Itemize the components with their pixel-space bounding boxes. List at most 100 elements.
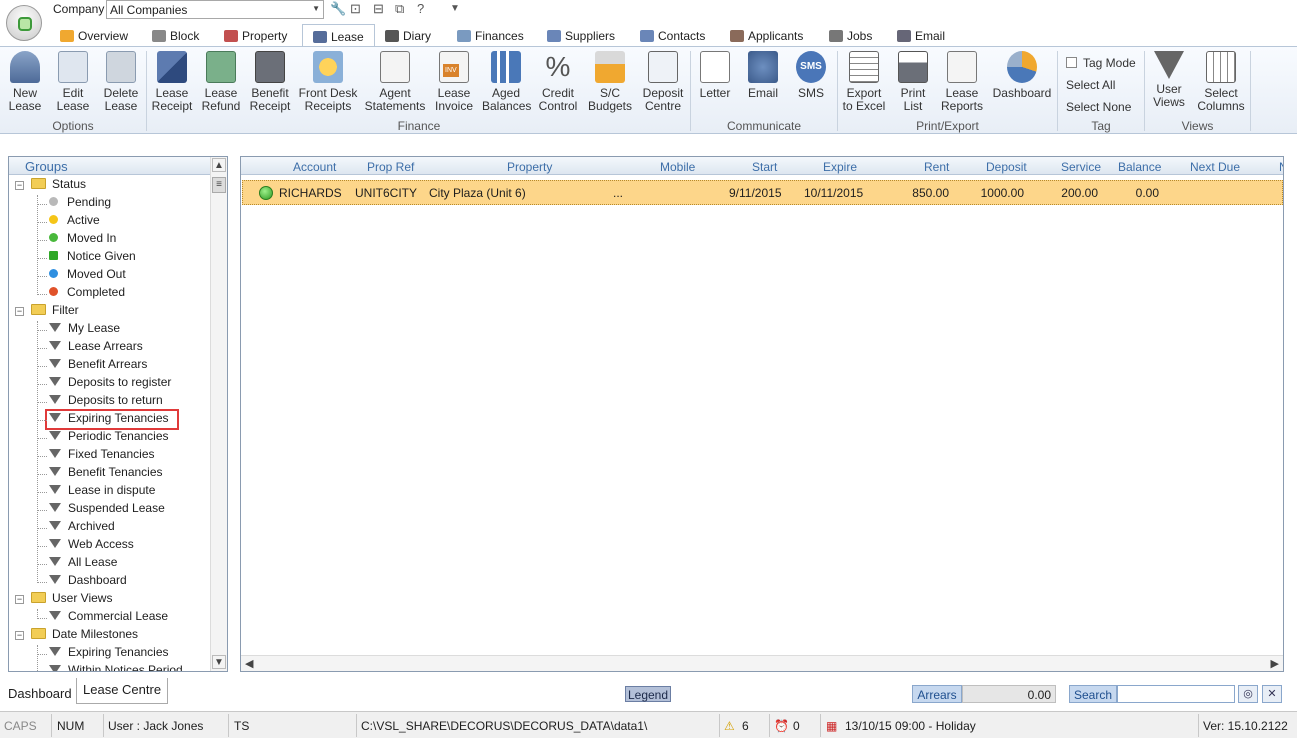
letter-button[interactable]: Letter <box>694 51 736 100</box>
tree-item[interactable]: Commercial Lease <box>49 609 168 627</box>
tree-item[interactable]: Fixed Tenancies <box>49 447 155 465</box>
select-all-button[interactable]: Select All <box>1066 78 1115 92</box>
tab-property[interactable]: Property <box>224 26 287 46</box>
tree-item[interactable]: Deposits to return <box>49 393 163 411</box>
help-icon[interactable]: ? <box>417 1 424 16</box>
new-lease-button[interactable]: New Lease <box>4 51 46 113</box>
lease-refund-button[interactable]: Lease Refund <box>199 51 243 113</box>
clear-search-icon[interactable]: ✕ <box>1262 685 1282 703</box>
tree-item[interactable]: Expiring Tenancies <box>49 645 169 663</box>
groups-scrollbar[interactable]: ▲ ≡ ▼ <box>210 157 227 671</box>
column-header-balance[interactable]: Balance <box>1118 160 1161 174</box>
search-input[interactable] <box>1117 685 1235 703</box>
column-header-expire[interactable]: Expire <box>823 160 857 174</box>
tree-item[interactable]: Dashboard <box>49 573 127 591</box>
benefit-receipt-button[interactable]: Benefit Receipt <box>248 51 292 113</box>
tab-overview[interactable]: Overview <box>60 26 128 46</box>
quick-access-dropdown-icon[interactable]: ▼ <box>450 3 460 14</box>
tree-item[interactable]: Periodic Tenancies <box>49 429 169 447</box>
tree-item[interactable]: Within Notices Period <box>49 663 183 671</box>
tree-item[interactable]: Suspended Lease <box>49 501 165 519</box>
tab-finances[interactable]: Finances <box>457 26 524 46</box>
scroll-thumb[interactable]: ≡ <box>212 177 226 193</box>
calendar-icon[interactable]: ▦ <box>826 716 837 736</box>
lease-receipt-button[interactable]: Lease Receipt <box>150 51 194 113</box>
sms-button[interactable]: SMS SMS <box>790 51 832 100</box>
tree-item[interactable]: Pending <box>49 195 111 213</box>
column-header-deposit[interactable]: Deposit <box>986 160 1027 174</box>
tab-lease-centre[interactable]: Lease Centre <box>76 678 169 704</box>
camera-icon[interactable]: ⊡ <box>350 1 361 17</box>
print-list-button[interactable]: Print List <box>892 51 934 113</box>
column-header-start[interactable]: Start <box>752 160 777 174</box>
select-none-button[interactable]: Select None <box>1066 100 1131 114</box>
column-header-mobile[interactable]: Mobile <box>660 160 695 174</box>
collapse-icon[interactable]: − <box>15 631 24 640</box>
collapse-icon[interactable]: − <box>15 181 24 190</box>
tree-item[interactable]: Completed <box>49 285 125 303</box>
edit-lease-button[interactable]: Edit Lease <box>52 51 94 113</box>
grid-horizontal-scrollbar[interactable]: ◀ ▶ <box>241 655 1283 671</box>
aged-balances-button[interactable]: Aged Balances <box>482 51 531 113</box>
column-header-service[interactable]: Service <box>1061 160 1101 174</box>
column-header-prop-ref[interactable]: Prop Ref <box>367 160 414 174</box>
export-excel-button[interactable]: Export to Excel <box>841 51 887 113</box>
alarm-clock-icon[interactable]: ⏰ <box>774 716 789 736</box>
scroll-up-icon[interactable]: ▲ <box>212 158 226 172</box>
tree-item[interactable]: Notice Given <box>49 249 136 267</box>
tree-item[interactable]: Moved In <box>49 231 116 249</box>
tree-item[interactable]: Archived <box>49 519 115 537</box>
tree-item[interactable]: Deposits to register <box>49 375 171 393</box>
binoculars-icon[interactable]: ◎ <box>1238 685 1258 703</box>
column-header-property[interactable]: Property <box>507 160 552 174</box>
tree-item[interactable]: Web Access <box>49 537 134 555</box>
tree-item[interactable]: Lease Arrears <box>49 339 143 357</box>
tab-jobs[interactable]: Jobs <box>829 26 872 46</box>
tab-contacts[interactable]: Contacts <box>640 26 705 46</box>
tree-group-status[interactable]: − Status <box>13 177 86 195</box>
scroll-right-icon[interactable]: ▶ <box>1271 657 1279 670</box>
document-tree-icon[interactable]: ⧉ <box>395 1 404 17</box>
collapse-icon[interactable]: − <box>15 595 24 604</box>
tab-dashboard-bottom[interactable]: Dashboard <box>2 682 78 706</box>
column-header-account[interactable]: Account <box>293 160 336 174</box>
tab-email[interactable]: Email <box>897 26 945 46</box>
column-header-next-due[interactable]: Next Due <box>1190 160 1240 174</box>
delete-lease-button[interactable]: Delete Lease <box>100 51 142 113</box>
wrench-icon[interactable]: 🔧 <box>330 1 346 17</box>
select-columns-button[interactable]: Select Columns <box>1195 51 1247 113</box>
tree-item[interactable]: Moved Out <box>49 267 126 285</box>
table-row[interactable]: RICHARDS UNIT6CITY City Plaza (Unit 6) .… <box>242 180 1283 205</box>
tree-item[interactable]: Benefit Tenancies <box>49 465 163 483</box>
lease-invoice-button[interactable]: INV Lease Invoice <box>431 51 477 113</box>
lease-reports-button[interactable]: Lease Reports <box>940 51 984 113</box>
tree-item[interactable]: Expiring Tenancies <box>45 409 179 430</box>
credit-control-button[interactable]: % Credit Control <box>535 51 581 113</box>
tab-suppliers[interactable]: Suppliers <box>547 26 615 46</box>
tree-item[interactable]: Lease in dispute <box>49 483 155 501</box>
company-select[interactable]: All Companies ▼ <box>106 0 324 19</box>
warning-icon[interactable]: ⚠ <box>724 716 735 736</box>
tab-lease[interactable]: Lease <box>302 24 375 48</box>
tree-item[interactable]: Active <box>49 213 100 231</box>
tab-diary[interactable]: Diary <box>385 26 431 46</box>
network-icon[interactable]: ⊟ <box>373 1 384 17</box>
tag-mode-checkbox[interactable]: Tag Mode <box>1066 56 1136 70</box>
column-header-rent[interactable]: Rent <box>924 160 949 174</box>
tree-group-filter[interactable]: − Filter <box>13 303 79 321</box>
dashboard-button[interactable]: Dashboard <box>990 51 1054 100</box>
column-header-more[interactable]: N <box>1279 160 1283 174</box>
legend-button[interactable]: Legend <box>625 686 671 702</box>
tab-applicants[interactable]: Applicants <box>730 26 803 46</box>
tree-group-date-milestones[interactable]: − Date Milestones <box>13 627 138 645</box>
scroll-down-icon[interactable]: ▼ <box>212 655 226 669</box>
deposit-centre-button[interactable]: Deposit Centre <box>638 51 688 113</box>
front-desk-receipts-button[interactable]: Front Desk Receipts <box>297 51 359 113</box>
tree-item[interactable]: Benefit Arrears <box>49 357 147 375</box>
tree-item[interactable]: My Lease <box>49 321 120 339</box>
email-button[interactable]: Email <box>742 51 784 100</box>
agent-statements-button[interactable]: Agent Statements <box>364 51 426 113</box>
tab-block[interactable]: Block <box>152 26 199 46</box>
user-views-button[interactable]: User Views <box>1148 51 1190 109</box>
collapse-icon[interactable]: − <box>15 307 24 316</box>
